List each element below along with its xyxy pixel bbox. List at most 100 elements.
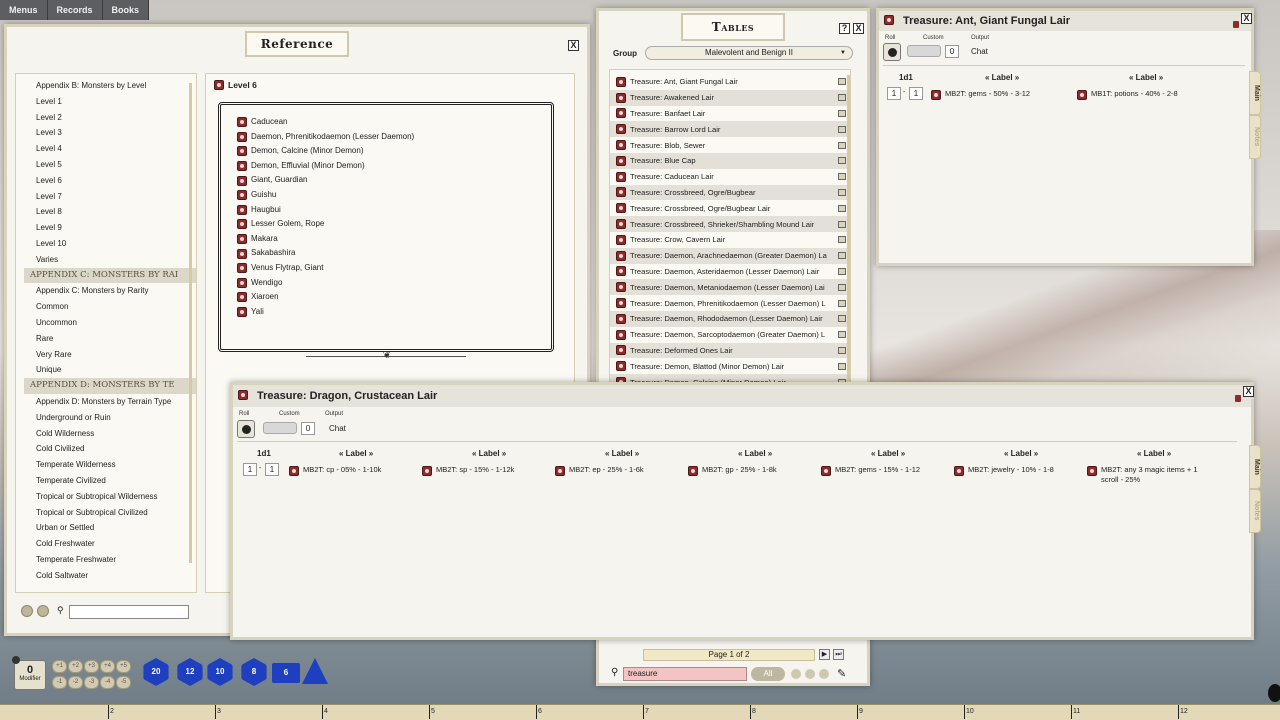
close-icon[interactable]: X: [568, 40, 579, 51]
book-icon[interactable]: [838, 299, 846, 307]
result-cell[interactable]: MB2T: sp - 15% - 1-12k: [422, 465, 550, 476]
modifier-button[interactable]: -4: [100, 676, 115, 689]
d4-die-icon[interactable]: [302, 658, 328, 684]
monster-link[interactable]: Makara: [237, 232, 551, 247]
next-page-icon[interactable]: ▶: [819, 649, 830, 660]
index-link[interactable]: Level 6: [24, 173, 196, 189]
table-row[interactable]: Treasure: Daemon, Sarcoptodaemon (Greate…: [610, 327, 850, 343]
table-row[interactable]: Treasure: Blue Cap: [610, 152, 850, 169]
book-icon[interactable]: [838, 236, 846, 244]
book-icon[interactable]: [838, 125, 846, 133]
chat-toggle-icon[interactable]: [1268, 684, 1280, 702]
book-icon[interactable]: [838, 283, 846, 291]
modifier-button[interactable]: -3: [84, 676, 99, 689]
monster-link[interactable]: Guishu: [237, 188, 551, 203]
tab-main[interactable]: Main: [1249, 71, 1261, 115]
book-icon[interactable]: [838, 331, 846, 339]
index-link[interactable]: Level 5: [24, 157, 196, 173]
close-icon[interactable]: X: [1241, 13, 1252, 24]
tab-notes[interactable]: Notes: [1249, 489, 1261, 533]
result-cell[interactable]: MB2T: any 3 magic items + 1 scroll - 25%: [1087, 465, 1215, 485]
range-from[interactable]: 1: [243, 463, 257, 476]
book-icon[interactable]: [838, 346, 846, 354]
monster-link[interactable]: Haugbui: [237, 203, 551, 218]
index-link[interactable]: Varies: [24, 252, 196, 268]
monster-link[interactable]: Venus Flytrap, Giant: [237, 261, 551, 276]
filter-icon[interactable]: [805, 669, 815, 679]
table-row[interactable]: Treasure: Demon, Blattod (Minor Demon) L…: [610, 358, 850, 374]
table-row[interactable]: Treasure: Ant, Giant Fungal Lair: [610, 74, 850, 90]
dice-settings-icon[interactable]: [12, 656, 20, 664]
result-cell[interactable]: MB2T: cp - 05% - 1-10k: [289, 465, 417, 476]
roll-button[interactable]: [237, 420, 255, 438]
result-cell[interactable]: MB2T: gems - 15% - 1-12: [821, 465, 949, 476]
monster-link[interactable]: Yali: [237, 305, 551, 320]
modifier-button[interactable]: -1: [52, 676, 67, 689]
index-link[interactable]: Level 9: [24, 220, 196, 236]
book-icon[interactable]: [838, 94, 846, 102]
last-page-icon[interactable]: ⏭: [833, 649, 844, 660]
group-select[interactable]: Malevolent and Benign II ▼: [645, 46, 853, 60]
index-category[interactable]: Appendix C: Monsters by Rai: [24, 267, 196, 284]
help-button[interactable]: ?: [839, 23, 850, 34]
lock-icon[interactable]: [1233, 21, 1239, 28]
table-row[interactable]: Treasure: Barrow Lord Lair: [610, 121, 850, 138]
table-row[interactable]: Treasure: Deformed Ones Lair: [610, 342, 850, 359]
result-cell[interactable]: MB1T: potions - 40% - 2-8: [1077, 89, 1217, 100]
modifier-button[interactable]: +1: [52, 660, 67, 673]
index-link[interactable]: Unique: [24, 362, 196, 378]
table-row[interactable]: Treasure: Crow, Cavern Lair: [610, 232, 850, 248]
book-icon[interactable]: [838, 204, 846, 212]
output-value[interactable]: Chat: [971, 47, 988, 56]
index-link[interactable]: Cold Civilized: [24, 441, 196, 457]
index-link[interactable]: Level 8: [24, 204, 196, 220]
modifier-button[interactable]: -2: [68, 676, 83, 689]
tab-notes[interactable]: Notes: [1249, 115, 1261, 159]
index-link[interactable]: Level 10: [24, 236, 196, 252]
book-icon[interactable]: [838, 173, 846, 181]
book-icon[interactable]: [838, 220, 846, 228]
edit-icon[interactable]: ✎: [837, 667, 846, 680]
filter-icon[interactable]: [791, 669, 801, 679]
monster-link[interactable]: Caducean: [237, 115, 551, 130]
lock-icon[interactable]: [1235, 395, 1241, 402]
index-link[interactable]: Level 7: [24, 189, 196, 205]
index-link[interactable]: Appendix C: Monsters by Rarity: [24, 283, 196, 299]
result-cell[interactable]: MB2T: ep - 25% - 1-6k: [555, 465, 683, 476]
index-link[interactable]: Tropical or Subtropical Civilized: [24, 505, 196, 521]
monster-link[interactable]: Demon, Effluvial (Minor Demon): [237, 159, 551, 174]
modifier-button[interactable]: +5: [116, 660, 131, 673]
table-row[interactable]: Treasure: Daemon, Metaniodaemon (Lesser …: [610, 279, 850, 296]
book-icon[interactable]: [838, 141, 846, 149]
custom-value[interactable]: 0: [945, 45, 959, 58]
book-icon[interactable]: [838, 362, 846, 370]
monster-link[interactable]: Demon, Calcine (Minor Demon): [237, 144, 551, 159]
index-link[interactable]: Cold Saltwater: [24, 568, 196, 584]
table-row[interactable]: Treasure: Daemon, Rhododaemon (Lesser Da…: [610, 310, 850, 327]
result-cell[interactable]: MB2T: gems - 50% - 3-12: [931, 89, 1071, 100]
modifier-button[interactable]: +2: [68, 660, 83, 673]
index-link[interactable]: Urban or Settled: [24, 520, 196, 536]
index-link[interactable]: Appendix D: Monsters by Terrain Type: [24, 394, 196, 410]
tables-search-input[interactable]: treasure: [623, 667, 747, 681]
output-value[interactable]: Chat: [329, 424, 346, 433]
table-row[interactable]: Treasure: Daemon, Phrenitikodaemon (Less…: [610, 295, 850, 311]
remove-icon[interactable]: [37, 605, 49, 617]
modifier-button[interactable]: +3: [84, 660, 99, 673]
records-button[interactable]: Records: [47, 0, 103, 20]
index-search-input[interactable]: [69, 605, 189, 619]
index-link[interactable]: Common: [24, 299, 196, 315]
modifier-button[interactable]: -5: [116, 676, 131, 689]
table-row[interactable]: Treasure: Banfaet Lair: [610, 106, 850, 122]
index-scrollbar[interactable]: [189, 83, 192, 563]
tables-scrollbar[interactable]: [847, 75, 850, 381]
custom-dice-field[interactable]: [263, 422, 297, 434]
book-icon[interactable]: [838, 188, 846, 196]
index-category[interactable]: Appendix D: Monsters by Te: [24, 378, 196, 394]
index-link[interactable]: Cold Wilderness: [24, 426, 196, 442]
add-icon[interactable]: [21, 605, 33, 617]
index-link[interactable]: Uncommon: [24, 315, 196, 331]
index-link[interactable]: Level 3: [24, 125, 196, 141]
table-row[interactable]: Treasure: Blob, Sewer: [610, 137, 850, 153]
index-link[interactable]: Appendix B: Monsters by Level: [24, 78, 196, 94]
